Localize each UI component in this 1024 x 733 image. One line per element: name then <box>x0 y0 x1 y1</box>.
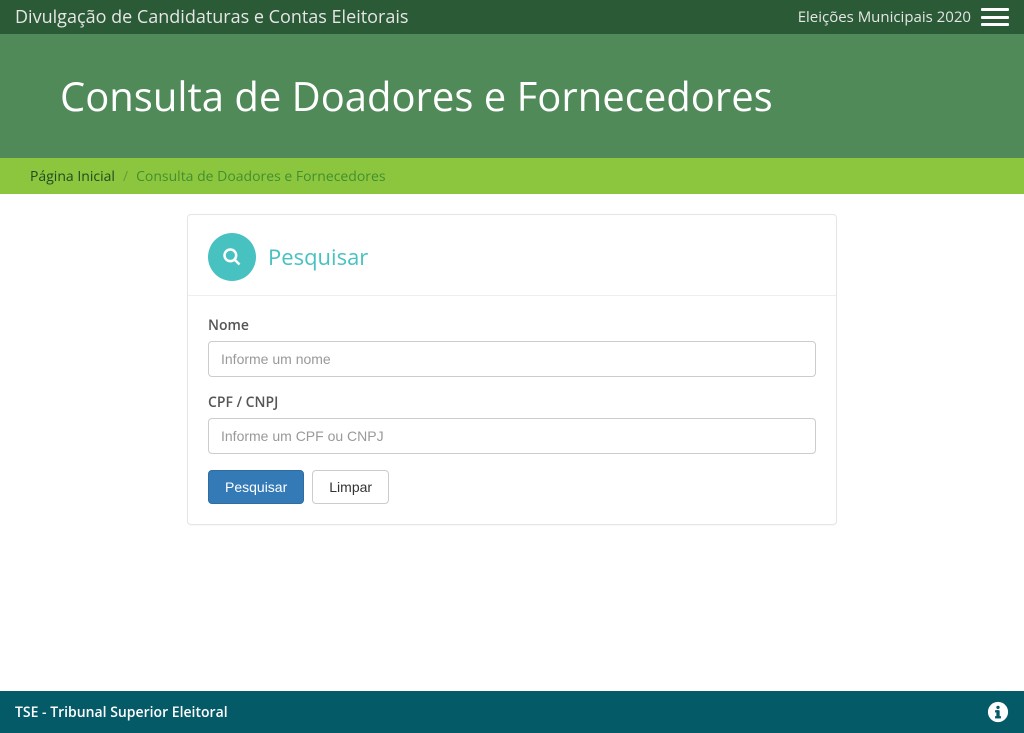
election-link[interactable]: Eleições Municipais 2020 <box>798 7 971 27</box>
doc-input[interactable] <box>208 418 816 454</box>
footer: TSE - Tribunal Superior Eleitoral <box>0 691 1024 733</box>
doc-label: CPF / CNPJ <box>208 393 816 412</box>
name-input[interactable] <box>208 341 816 377</box>
main-content: Pesquisar Nome CPF / CNPJ Pesquisar Limp… <box>0 194 1024 691</box>
menu-icon[interactable] <box>981 8 1009 26</box>
clear-button[interactable]: Limpar <box>312 470 389 504</box>
navbar-right: Eleições Municipais 2020 <box>798 7 1009 27</box>
search-card-header: Pesquisar <box>188 215 836 296</box>
search-button[interactable]: Pesquisar <box>208 470 304 504</box>
search-icon <box>208 233 256 281</box>
name-label: Nome <box>208 316 816 335</box>
form-group-name: Nome <box>208 316 816 377</box>
top-navbar: Divulgação de Candidaturas e Contas Elei… <box>0 0 1024 34</box>
footer-org: TSE - Tribunal Superior Eleitoral <box>15 703 228 722</box>
search-card-title: Pesquisar <box>268 242 368 272</box>
search-form: Nome CPF / CNPJ Pesquisar Limpar <box>188 296 836 524</box>
breadcrumb-current: Consulta de Doadores e Fornecedores <box>136 167 385 186</box>
page-title: Consulta de Doadores e Fornecedores <box>60 72 773 120</box>
form-group-doc: CPF / CNPJ <box>208 393 816 454</box>
page-hero: Consulta de Doadores e Fornecedores <box>0 34 1024 158</box>
search-card: Pesquisar Nome CPF / CNPJ Pesquisar Limp… <box>187 214 837 525</box>
breadcrumb-home-link[interactable]: Página Inicial <box>30 167 115 186</box>
breadcrumb: Página Inicial / Consulta de Doadores e … <box>0 158 1024 194</box>
button-row: Pesquisar Limpar <box>208 470 816 504</box>
breadcrumb-separator: / <box>123 167 128 186</box>
app-title: Divulgação de Candidaturas e Contas Elei… <box>15 5 408 29</box>
info-icon[interactable] <box>987 701 1009 723</box>
